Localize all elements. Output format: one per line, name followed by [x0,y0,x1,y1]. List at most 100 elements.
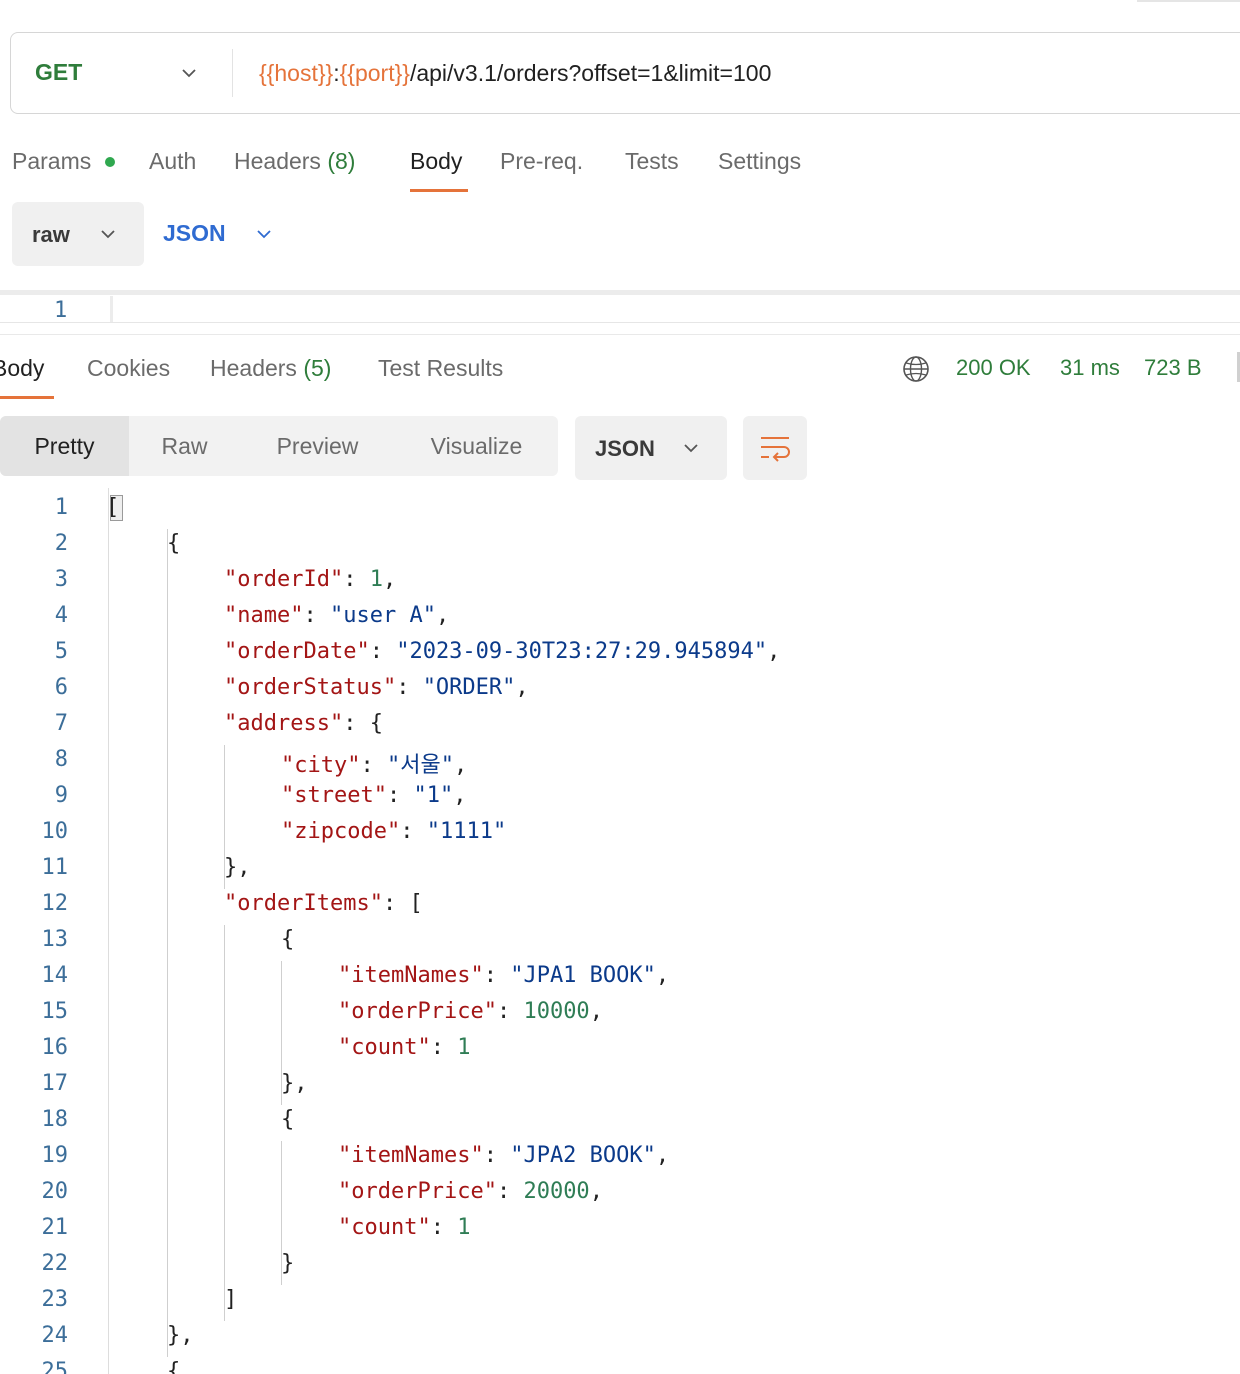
indent-guide [224,745,225,889]
line-number: 11 [41,855,69,880]
line-number: 18 [41,1107,69,1132]
json-string: "ORDER" [422,675,516,700]
chevron-down-icon [684,444,698,453]
line-number: 23 [41,1287,69,1312]
line-number: 9 [54,783,68,808]
window-edge [1137,0,1240,2]
code-line: "orderPrice": 20000, [338,1179,603,1204]
json-punctuation: : [386,783,414,808]
response-time[interactable]: 31 ms [1060,355,1120,381]
code-line: "orderPrice": 10000, [338,999,603,1024]
editor-border [0,290,1240,295]
json-string: "서울" [386,753,454,778]
editor-border [0,322,1240,323]
tab-pre-request[interactable]: Pre-req. [500,148,583,175]
response-tab-test-results[interactable]: Test Results [378,355,503,382]
globe-icon[interactable] [901,354,931,384]
line-number: 25 [41,1359,69,1374]
tab-tests[interactable]: Tests [625,148,679,175]
json-punctuation: : { [343,711,383,736]
view-visualize-button[interactable]: Visualize [395,416,558,476]
response-size[interactable]: 723 B [1144,355,1202,381]
json-string: "user A" [329,603,436,628]
response-headers-count: (5) [303,355,332,381]
code-line: { [167,1359,180,1374]
json-key: "city" [281,753,361,778]
json-punctuation: : [400,819,427,844]
json-key: "orderStatus" [224,675,397,700]
code-line: "itemNames": "JPA1 BOOK", [338,963,669,988]
json-key: "orderPrice" [338,999,497,1024]
json-punctuation: [ [106,495,120,520]
code-line: { [281,1107,294,1132]
json-punctuation: { [167,1359,181,1374]
wrap-lines-button[interactable] [743,416,807,480]
json-key: "name" [224,603,304,628]
response-tab-headers[interactable]: Headers (5) [210,355,331,382]
line-number: 7 [54,711,68,736]
indent-guide [167,529,168,1357]
method-select[interactable]: GET [35,59,82,86]
tab-headers[interactable]: Headers (8) [234,148,355,175]
gutter-separator [108,488,109,1374]
indent-guide [281,961,282,1105]
body-mode-label: raw [32,222,70,247]
code-line: "orderItems": [ [224,891,423,916]
code-line: "zipcode": "1111" [281,819,506,844]
url-path: /api/v3.1/orders?offset=1&limit=100 [409,60,772,86]
line-number: 6 [54,675,68,700]
json-punctuation: }, [224,855,251,880]
indent-guide [224,925,225,1321]
json-punctuation: , [767,639,781,664]
tab-settings[interactable]: Settings [718,148,801,175]
json-punctuation: : [360,753,387,778]
response-body-editor[interactable]: 1 [2 {3 "orderId": 1, 4 "name": "user A", 5 "or… [0,488,1240,1374]
view-preview-button[interactable]: Preview [240,416,395,476]
chevron-down-icon [101,230,115,239]
url-input[interactable]: {{host}}:{{port}}/api/v3.1/orders?offset… [259,60,771,87]
view-raw-button[interactable]: Raw [129,416,240,476]
json-punctuation: : [430,1215,458,1240]
json-punctuation: { [281,927,295,952]
indent-guide [281,1141,282,1285]
json-key: "orderPrice" [338,1179,497,1204]
tab-auth[interactable]: Auth [149,148,196,175]
json-key: "itemNames" [338,1143,484,1168]
active-tab-indicator [410,189,468,192]
json-punctuation: { [167,531,181,556]
code-line: "address": { [224,711,383,736]
json-string: "1" [413,783,454,808]
view-pretty-button[interactable]: Pretty [0,416,129,476]
chevron-down-icon[interactable] [179,63,199,83]
json-number: 1 [457,1035,471,1060]
json-key: "itemNames" [338,963,484,988]
code-line: "name": "user A", [224,603,449,628]
json-key: "count" [338,1035,431,1060]
body-format-select[interactable]: JSON [163,220,226,247]
json-punctuation: , [453,783,467,808]
wrap-lines-icon [761,437,790,462]
active-tab-indicator [0,396,54,399]
json-number: 20000 [523,1179,590,1204]
json-string: "JPA1 BOOK" [510,963,656,988]
code-line: "orderDate": "2023-09-30T23:27:29.945894… [224,639,780,664]
status-code[interactable]: 200 OK [956,355,1031,381]
body-mode-select[interactable]: raw [12,202,144,266]
tab-params[interactable]: Params [12,148,91,175]
tab-body[interactable]: Body [410,148,462,175]
request-url-bar: GET {{host}}:{{port}}/api/v3.1/orders?of… [10,32,1240,114]
line-number: 12 [41,891,69,916]
response-format-select[interactable]: JSON [575,416,727,480]
json-punctuation: , [655,1143,670,1168]
line-number: 4 [54,603,68,628]
json-punctuation: : [430,1035,458,1060]
chevron-down-icon[interactable] [254,224,274,244]
code-line: ] [224,1287,237,1312]
response-tab-cookies[interactable]: Cookies [87,355,170,382]
code-line: "count": 1 [338,1215,470,1240]
code-line: "orderId": 1, [224,567,396,592]
line-number: 8 [54,747,68,772]
response-tab-body[interactable]: Body [0,355,44,382]
line-number: 14 [41,963,69,988]
json-punctuation: : [396,675,423,700]
